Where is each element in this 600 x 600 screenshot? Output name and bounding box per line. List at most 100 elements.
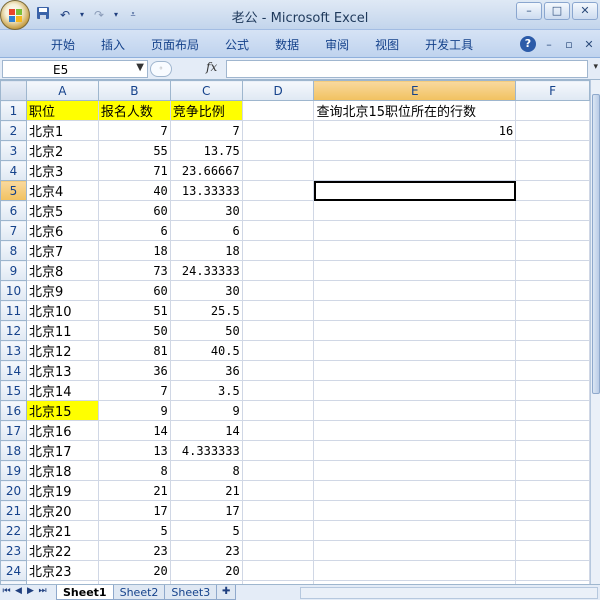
cell-b[interactable]: 6 [97,220,171,241]
row-header[interactable]: 15 [0,380,27,401]
cell-a[interactable]: 北京23 [25,560,99,581]
cell-c[interactable]: 13.75 [169,140,243,161]
cell-d[interactable] [241,480,315,501]
first-sheet-icon[interactable]: ⏮ [2,586,11,596]
cell-c[interactable]: 50 [169,320,243,341]
cell-c[interactable]: 9 [169,400,243,421]
cell-f[interactable] [515,460,590,481]
row-header[interactable]: 23 [0,540,27,561]
cell-e[interactable] [313,540,517,561]
row-header[interactable]: 13 [0,340,27,361]
row-header[interactable]: 21 [0,500,27,521]
cell-b[interactable]: 7 [97,380,171,401]
cell-b[interactable]: 40 [97,180,171,201]
cell-f[interactable] [515,440,590,461]
cell-c[interactable]: 3.5 [169,380,243,401]
cell-d[interactable] [241,400,315,421]
cell-d[interactable] [241,320,315,341]
cell-c[interactable]: 6 [169,220,243,241]
row-header[interactable]: 9 [0,260,27,281]
cell-c[interactable]: 5 [169,520,243,541]
cell-a[interactable]: 北京8 [25,260,99,281]
tab-page-layout[interactable]: 页面布局 [138,36,212,54]
row-header[interactable]: 8 [0,240,27,261]
cell-f[interactable] [515,480,590,501]
tab-developer[interactable]: 开发工具 [412,36,486,54]
cell-a[interactable]: 北京20 [25,500,99,521]
last-sheet-icon[interactable]: ⏭ [38,586,47,596]
cell-b[interactable]: 13 [97,440,171,461]
cell-a[interactable]: 北京2 [25,140,99,161]
cell-b[interactable]: 55 [97,140,171,161]
row-header[interactable]: 24 [0,560,27,581]
cell-a[interactable]: 北京17 [25,440,99,461]
cell-e[interactable] [313,180,517,201]
cell-e[interactable] [313,260,517,281]
cell-b[interactable]: 23 [97,540,171,561]
cell-f[interactable] [515,500,590,521]
cell-d[interactable] [241,280,315,301]
cell-c[interactable]: 30 [169,280,243,301]
tab-home[interactable]: 开始 [38,36,88,54]
cell-c[interactable]: 24.33333 [169,260,243,281]
cell-a[interactable]: 北京21 [25,520,99,541]
cell-d[interactable] [241,560,315,581]
cell-b[interactable]: 报名人数 [97,100,171,121]
chevron-down-icon[interactable]: ▼ [136,62,144,73]
cell-f[interactable] [515,360,590,381]
cell-a[interactable]: 职位 [25,100,99,121]
cell-e[interactable] [313,240,517,261]
column-header-b[interactable]: B [97,80,171,101]
cell-c[interactable]: 20 [169,560,243,581]
tab-review[interactable]: 审阅 [312,36,362,54]
cell-d[interactable] [241,440,315,461]
cell-d[interactable] [241,240,315,261]
cell-b[interactable]: 17 [97,500,171,521]
cell-e[interactable] [313,380,517,401]
cell-c[interactable]: 30 [169,200,243,221]
row-header[interactable]: 20 [0,480,27,501]
sheet-tab-sheet1[interactable]: Sheet1 [56,585,114,600]
cell-d[interactable] [241,380,315,401]
name-box[interactable]: E5 ▼ [2,60,148,78]
cell-a[interactable]: 北京9 [25,280,99,301]
cell-e[interactable] [313,280,517,301]
cell-f[interactable] [515,160,590,181]
row-header[interactable]: 17 [0,420,27,441]
close-button[interactable]: ✕ [572,2,598,20]
row-header[interactable]: 2 [0,120,27,141]
column-header-a[interactable]: A [25,80,99,101]
column-header-f[interactable]: F [515,80,590,101]
cell-a[interactable]: 北京22 [25,540,99,561]
formula-bar-grip-icon[interactable]: ◦ [150,61,172,77]
row-header[interactable]: 22 [0,520,27,541]
cell-f[interactable] [515,420,590,441]
scrollbar-thumb[interactable] [592,94,600,394]
cell-d[interactable] [241,300,315,321]
cell-f[interactable] [515,400,590,421]
cell-f[interactable] [515,260,590,281]
cell-b[interactable]: 51 [97,300,171,321]
cell-d[interactable] [241,520,315,541]
cell-d[interactable] [241,360,315,381]
cell-d[interactable] [241,420,315,441]
cell-c[interactable]: 25.5 [169,300,243,321]
cell-a[interactable]: 北京16 [25,420,99,441]
next-sheet-icon[interactable]: ▶ [26,586,35,596]
cell-b[interactable]: 8 [97,460,171,481]
cell-e[interactable] [313,520,517,541]
cell-b[interactable]: 36 [97,360,171,381]
cell-f[interactable] [515,240,590,261]
cell-e[interactable] [313,300,517,321]
row-header[interactable]: 11 [0,300,27,321]
cell-f[interactable] [515,380,590,401]
cell-e[interactable] [313,500,517,521]
insert-function-icon[interactable]: fx [206,60,217,74]
minimize-icon[interactable]: – [542,38,556,51]
cell-c[interactable]: 14 [169,420,243,441]
cell-e[interactable] [313,320,517,341]
cell-c[interactable]: 23 [169,540,243,561]
row-header[interactable]: 3 [0,140,27,161]
row-header[interactable]: 4 [0,160,27,181]
cell-b[interactable]: 5 [97,520,171,541]
